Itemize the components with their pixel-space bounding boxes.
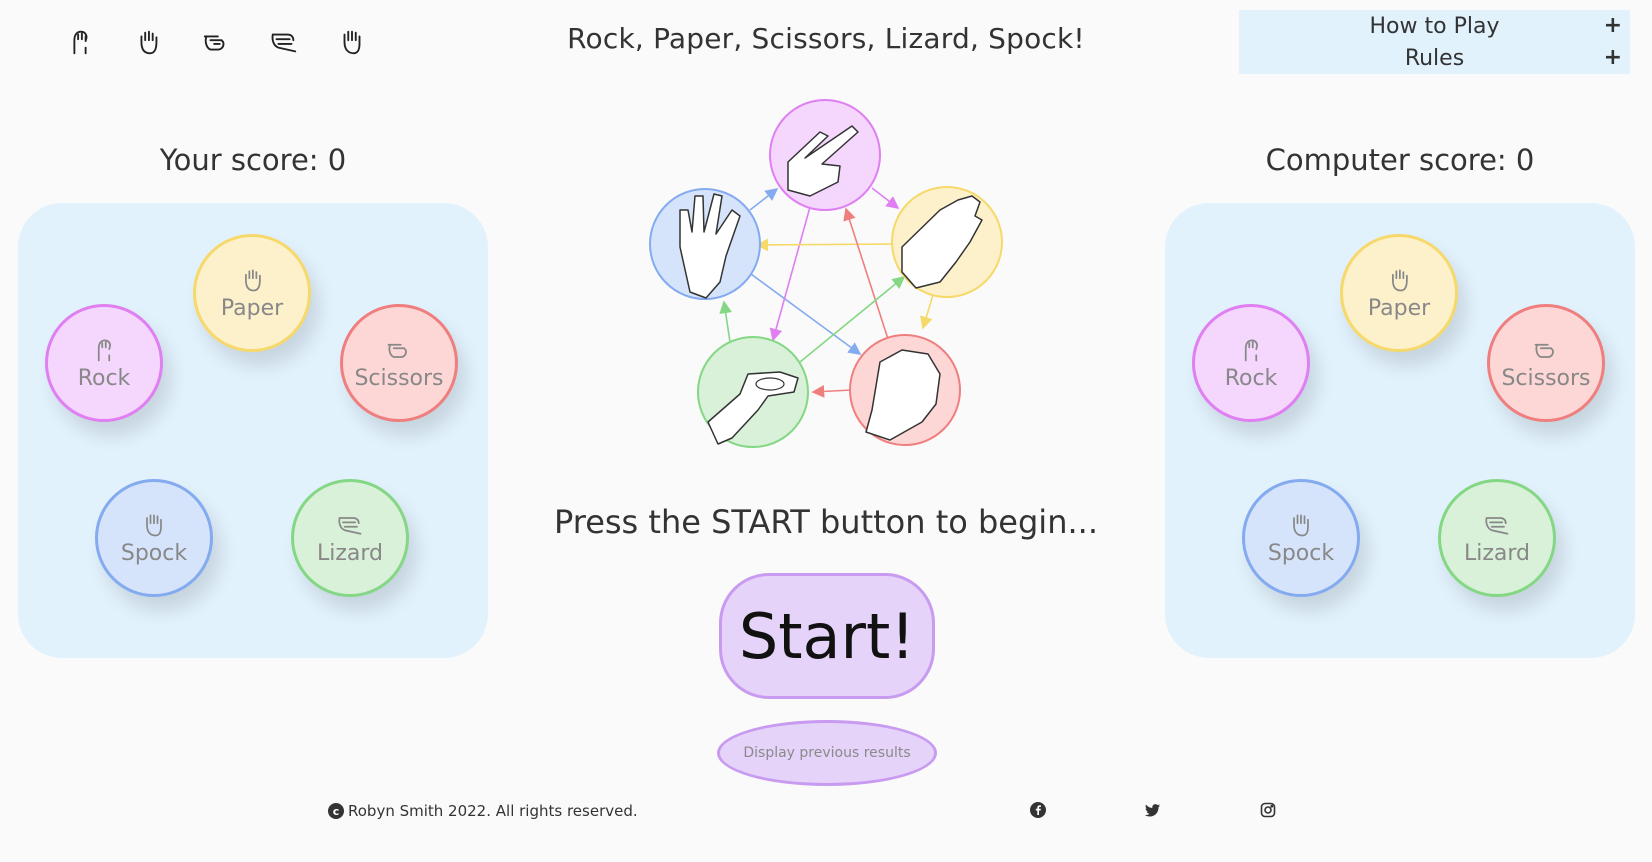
choice-label: Lizard <box>1463 540 1531 566</box>
player-paper-button[interactable]: Paper <box>193 234 311 352</box>
instagram-icon[interactable] <box>1259 801 1277 819</box>
player-choice-panel: Rock Paper Scissors Spock Lizard <box>18 203 488 658</box>
choice-label: Paper <box>1367 295 1431 321</box>
player-rock-button[interactable]: Rock <box>45 304 163 422</box>
scissors-icon <box>385 336 413 364</box>
rock-icon <box>1237 336 1265 364</box>
how-to-play-label: How to Play <box>1369 13 1500 39</box>
diagram-scissors-node <box>769 99 881 211</box>
computer-score: Computer score: 0 <box>1265 143 1535 177</box>
paper-icon <box>238 266 266 294</box>
diagram-lizard-node <box>697 336 809 448</box>
game-prompt: Press the START button to begin... <box>554 503 1098 541</box>
diagram-spock-node <box>649 188 761 300</box>
expand-icon[interactable]: + <box>1604 13 1622 38</box>
choice-label: Rock <box>1224 365 1278 391</box>
choice-label: Spock <box>120 540 188 566</box>
computer-rock-choice: Rock <box>1192 304 1310 422</box>
choice-label: Rock <box>77 365 131 391</box>
how-to-play-toggle[interactable]: How to Play + <box>1239 10 1630 42</box>
computer-scissors-choice: Scissors <box>1487 304 1605 422</box>
rock-icon <box>90 336 118 364</box>
choice-label: Lizard <box>316 540 384 566</box>
copyright-icon: c <box>328 803 344 819</box>
player-scissors-button[interactable]: Scissors <box>340 304 458 422</box>
choice-label: Scissors <box>354 365 444 391</box>
computer-choice-panel: Rock Paper Scissors Spock Lizard <box>1165 203 1635 658</box>
diagram-paper-node <box>891 186 1003 298</box>
choice-label: Scissors <box>1501 365 1591 391</box>
choice-label: Spock <box>1267 540 1335 566</box>
paper-icon <box>1385 266 1413 294</box>
footer-copyright: c Robyn Smith 2022. All rights reserved. <box>328 802 638 820</box>
info-dropdown: How to Play + Rules + <box>1239 10 1630 74</box>
scissors-icon <box>1532 336 1560 364</box>
rules-diagram <box>649 99 1003 448</box>
player-score: Your score: 0 <box>159 143 347 177</box>
facebook-icon[interactable] <box>1029 801 1047 819</box>
twitter-icon[interactable] <box>1144 801 1162 819</box>
expand-icon[interactable]: + <box>1604 45 1622 70</box>
previous-results-button[interactable]: Display previous results <box>717 720 937 786</box>
choice-label: Paper <box>220 295 284 321</box>
diagram-rock-node <box>849 334 961 446</box>
start-button[interactable]: Start! <box>719 573 935 699</box>
computer-paper-choice: Paper <box>1340 234 1458 352</box>
rules-toggle[interactable]: Rules + <box>1239 42 1630 74</box>
rules-label: Rules <box>1404 45 1465 71</box>
copyright-text: Robyn Smith 2022. All rights reserved. <box>348 802 638 820</box>
